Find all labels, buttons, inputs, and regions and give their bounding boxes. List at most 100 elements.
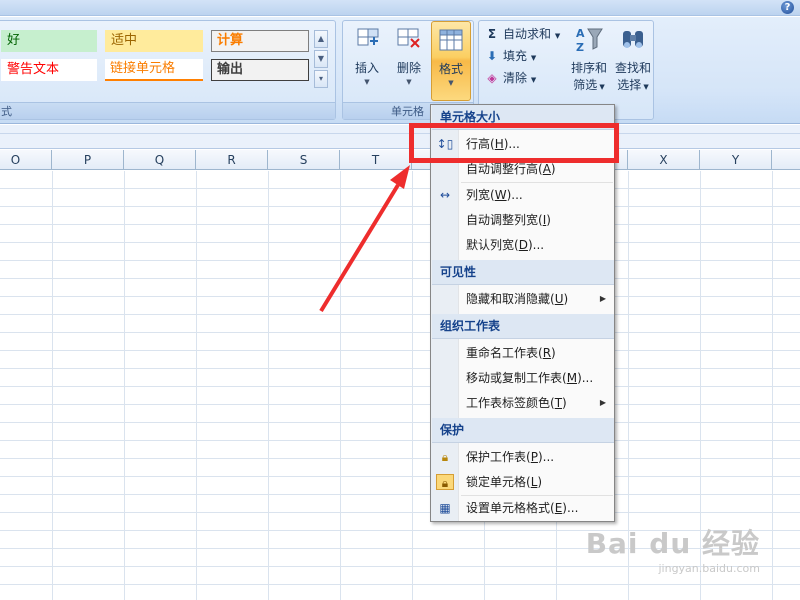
menu-item-hide-unhide[interactable]: 隐藏和取消隐藏(U) ▶ xyxy=(432,287,614,311)
move-copy-key: M xyxy=(566,371,578,385)
autofit-row-key: A xyxy=(542,162,551,176)
styles-scroll-down[interactable]: ▼ xyxy=(314,50,328,68)
column-header-Y[interactable]: Y xyxy=(700,150,772,170)
autofit-column-label: 自动调整列宽 xyxy=(466,213,539,227)
chevron-down-icon: ▼ xyxy=(554,32,561,40)
styles-group: 好 适中 计算 警告文本 链接单元格 输出 ▲ ▼ ▾ 式 xyxy=(0,20,336,120)
menu-item-rename-sheet[interactable]: 重命名工作表(R) xyxy=(432,341,614,365)
move-copy-label: 移动或复制工作表 xyxy=(466,371,563,385)
chevron-down-icon: ▼ xyxy=(364,78,370,86)
format-cells-icon xyxy=(439,29,463,51)
lock-icon: 🔒︎ xyxy=(436,474,454,490)
column-header-P[interactable]: P xyxy=(52,150,124,170)
column-header-X[interactable]: X xyxy=(628,150,700,170)
chevron-down-icon: ▼ xyxy=(641,83,649,91)
menu-section-protection: 保护 xyxy=(432,418,614,443)
rename-sheet-label: 重命名工作表 xyxy=(466,346,539,360)
sort-filter-label-2: 筛选 ▼ xyxy=(573,78,605,92)
style-linked-cell[interactable]: 链接单元格 xyxy=(105,59,203,81)
styles-group-label: 式 xyxy=(0,102,335,119)
submenu-arrow-icon: ▶ xyxy=(599,398,606,407)
autosum-button[interactable]: Σ 自动求和 ▼ xyxy=(485,24,560,44)
style-good[interactable]: 好 xyxy=(1,30,97,52)
menu-item-lock-cell[interactable]: 🔒︎ 锁定单元格(L) xyxy=(432,470,614,494)
annotation-highlight-box xyxy=(409,123,619,163)
column-width-key: W xyxy=(494,188,507,202)
autofit-row-label: 自动调整行高 xyxy=(466,162,539,176)
menu-section-organize-sheets: 组织工作表 xyxy=(432,314,614,339)
chevron-down-icon: ▼ xyxy=(530,54,537,62)
clear-label: 清除 xyxy=(503,71,528,85)
styles-scroll-up[interactable]: ▲ xyxy=(314,30,328,48)
hide-unhide-label: 隐藏和取消隐藏 xyxy=(466,292,551,306)
delete-button[interactable]: 删除 ▼ xyxy=(389,21,429,101)
watermark: Bai du 经验 jingyan.baidu.com xyxy=(586,522,760,575)
protect-sheet-label: 保护工作表 xyxy=(466,450,527,464)
column-header-S[interactable]: S xyxy=(268,150,340,170)
column-header-T[interactable]: T xyxy=(340,150,412,170)
delete-cells-icon xyxy=(397,28,420,48)
format-cells-label: 设置单元格格式 xyxy=(466,501,551,515)
format-label: 格式 xyxy=(438,62,463,76)
style-output[interactable]: 输出 xyxy=(211,59,309,81)
menu-item-format-cells[interactable]: ▦ 设置单元格格式(E)... xyxy=(432,496,614,520)
tab-color-key: T xyxy=(554,396,563,410)
format-dropdown-menu: 单元格大小 ↕▯ 行高(H)... 自动调整行高(A) ↔ 列宽(W)... 自… xyxy=(430,104,615,522)
column-header-O[interactable]: O xyxy=(0,150,52,170)
find-select-button[interactable]: 查找和 选择 ▼ xyxy=(611,21,655,101)
insert-label: 插入 xyxy=(354,61,379,75)
default-width-label: 默认列宽 xyxy=(466,238,515,252)
column-header-Q[interactable]: Q xyxy=(124,150,196,170)
clear-button[interactable]: ◈ 清除 ▼ xyxy=(485,68,536,88)
svg-text:A: A xyxy=(576,27,585,40)
sort-filter-label-1: 排序和 xyxy=(570,61,607,75)
watermark-brand: Bai du 经验 xyxy=(585,527,760,560)
delete-label: 删除 xyxy=(396,61,421,75)
title-bar: ? xyxy=(0,0,800,16)
formula-divider xyxy=(0,133,800,134)
insert-cells-icon xyxy=(357,28,379,46)
autofit-column-key: I xyxy=(542,213,547,227)
format-cells-key: E xyxy=(554,501,563,515)
menu-section-visibility: 可见性 xyxy=(432,260,614,285)
tab-color-label: 工作表标签颜色 xyxy=(466,396,551,410)
style-calculation[interactable]: 计算 xyxy=(211,30,309,52)
lock-cell-key: L xyxy=(530,475,538,489)
find-select-label-2: 选择 ▼ xyxy=(617,78,649,92)
svg-text:Z: Z xyxy=(576,41,584,54)
help-icon[interactable]: ? xyxy=(781,1,794,14)
submenu-arrow-icon: ▶ xyxy=(599,294,606,303)
menu-item-protect-sheet[interactable]: 🔒︎ 保护工作表(P)... xyxy=(432,445,614,469)
styles-more[interactable]: ▾ xyxy=(314,70,328,88)
fill-down-icon: ⬇ xyxy=(486,49,498,63)
chevron-down-icon: ▼ xyxy=(597,83,605,91)
style-warning-text[interactable]: 警告文本 xyxy=(1,59,97,81)
rename-sheet-key: R xyxy=(542,346,552,360)
menu-item-autofit-column-width[interactable]: 自动调整列宽(I) xyxy=(432,208,614,232)
ribbon: 好 适中 计算 警告文本 链接单元格 输出 ▲ ▼ ▾ 式 插入 ▼ 删除 ▼ … xyxy=(0,17,800,124)
fill-button[interactable]: ⬇ 填充 ▼ xyxy=(485,46,536,66)
insert-button[interactable]: 插入 ▼ xyxy=(347,21,387,101)
chevron-down-icon: ▼ xyxy=(448,79,454,87)
watermark-url: jingyan.baidu.com xyxy=(658,562,760,575)
fill-label: 填充 xyxy=(503,49,528,63)
sigma-icon: Σ xyxy=(487,27,497,41)
find-select-label-1: 查找和 xyxy=(614,61,651,75)
default-width-key: D xyxy=(518,238,528,252)
format-button[interactable]: 格式 ▼ xyxy=(431,21,471,101)
style-neutral[interactable]: 适中 xyxy=(105,30,203,52)
lock-cell-label: 锁定单元格 xyxy=(466,475,527,489)
column-headers: O P Q R S T U V W X Y xyxy=(0,150,800,170)
sort-filter-button[interactable]: A Z 排序和 筛选 ▼ xyxy=(567,21,611,101)
eraser-icon: ◈ xyxy=(487,71,497,85)
autosum-label: 自动求和 xyxy=(503,27,552,41)
menu-item-tab-color[interactable]: 工作表标签颜色(T) ▶ xyxy=(432,391,614,415)
column-width-icon: ↔ xyxy=(439,188,451,202)
menu-item-move-copy-sheet[interactable]: 移动或复制工作表(M)... xyxy=(432,366,614,390)
menu-item-column-width[interactable]: ↔ 列宽(W)... xyxy=(432,183,614,207)
column-header-R[interactable]: R xyxy=(196,150,268,170)
chevron-down-icon: ▼ xyxy=(406,78,412,86)
menu-item-default-width[interactable]: 默认列宽(D)... xyxy=(432,233,614,257)
hide-unhide-key: U xyxy=(554,292,564,306)
formula-bar[interactable] xyxy=(0,125,800,149)
